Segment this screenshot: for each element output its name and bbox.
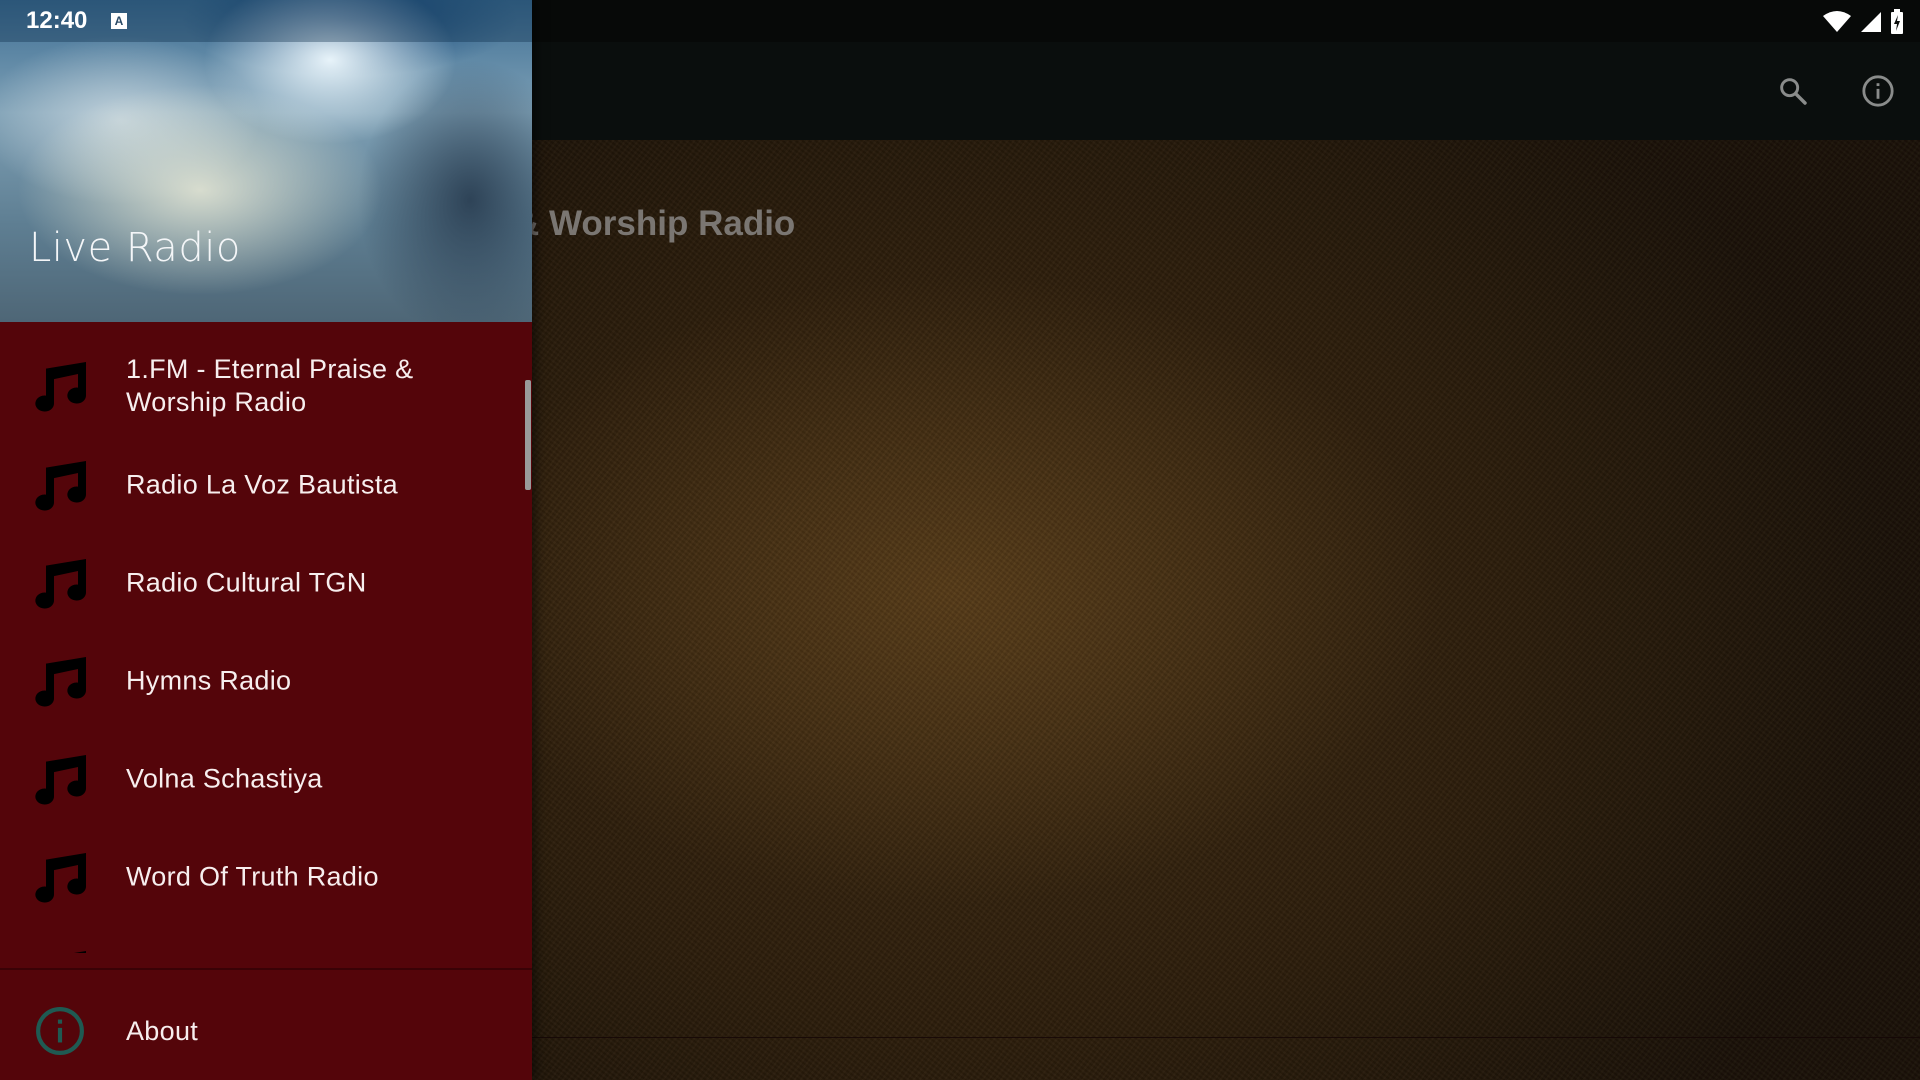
station-label: Radio Cultural TGN (126, 567, 367, 598)
about-menu-item[interactable]: About (0, 982, 532, 1080)
station-item-4[interactable]: Hymns Radio (0, 632, 532, 730)
navigation-drawer: Live Radio 12:40 A 1.FM - Eternal Praise… (0, 0, 532, 1080)
drawer-header: Live Radio (0, 0, 532, 322)
station-label: Hymns Radio (126, 665, 292, 696)
info-icon (36, 1007, 84, 1055)
station-list[interactable]: 1.FM - Eternal Praise & Worship Radio Ra… (0, 322, 532, 953)
station-item-2[interactable]: Radio La Voz Bautista (0, 436, 532, 534)
music-note-icon (35, 362, 87, 412)
station-label: Radio La Voz Bautista (126, 469, 398, 500)
drawer-divider (0, 968, 532, 970)
search-button[interactable] (1771, 69, 1815, 113)
station-item-1[interactable]: 1.FM - Eternal Praise & Worship Radio (0, 337, 532, 435)
station-item-5[interactable]: Volna Schastiya (0, 730, 532, 828)
station-label: Word Of Truth Radio (126, 861, 379, 892)
station-label: Volna Schastiya (126, 763, 323, 794)
status-bar-left: 12:40 A (0, 0, 532, 42)
battery-charging-icon (1891, 9, 1903, 34)
drawer-header-title: Live Radio (29, 225, 241, 271)
wifi-icon (1823, 11, 1851, 32)
music-note-icon (35, 755, 87, 805)
a-keyboard-icon: A (111, 13, 127, 29)
about-label: About (126, 1016, 199, 1046)
info-icon (1862, 75, 1894, 107)
system-icons (1822, 8, 1904, 36)
station-label: 1.FM - Eternal Praise & Worship Radio (126, 354, 414, 417)
info-button[interactable] (1856, 69, 1900, 113)
music-note-icon (74, 951, 86, 953)
music-note-icon (35, 657, 87, 707)
cell-signal-icon (1861, 12, 1881, 32)
music-note-icon (35, 559, 87, 609)
drawer-scrollbar[interactable] (525, 380, 531, 490)
music-note-icon (35, 461, 87, 511)
music-note-icon (35, 853, 87, 903)
status-time: 12:40 (26, 7, 88, 34)
station-item-partial[interactable] (0, 926, 532, 953)
station-item-3[interactable]: Radio Cultural TGN (0, 534, 532, 632)
station-item-6[interactable]: Word Of Truth Radio (0, 828, 532, 926)
search-icon (1780, 78, 1807, 105)
